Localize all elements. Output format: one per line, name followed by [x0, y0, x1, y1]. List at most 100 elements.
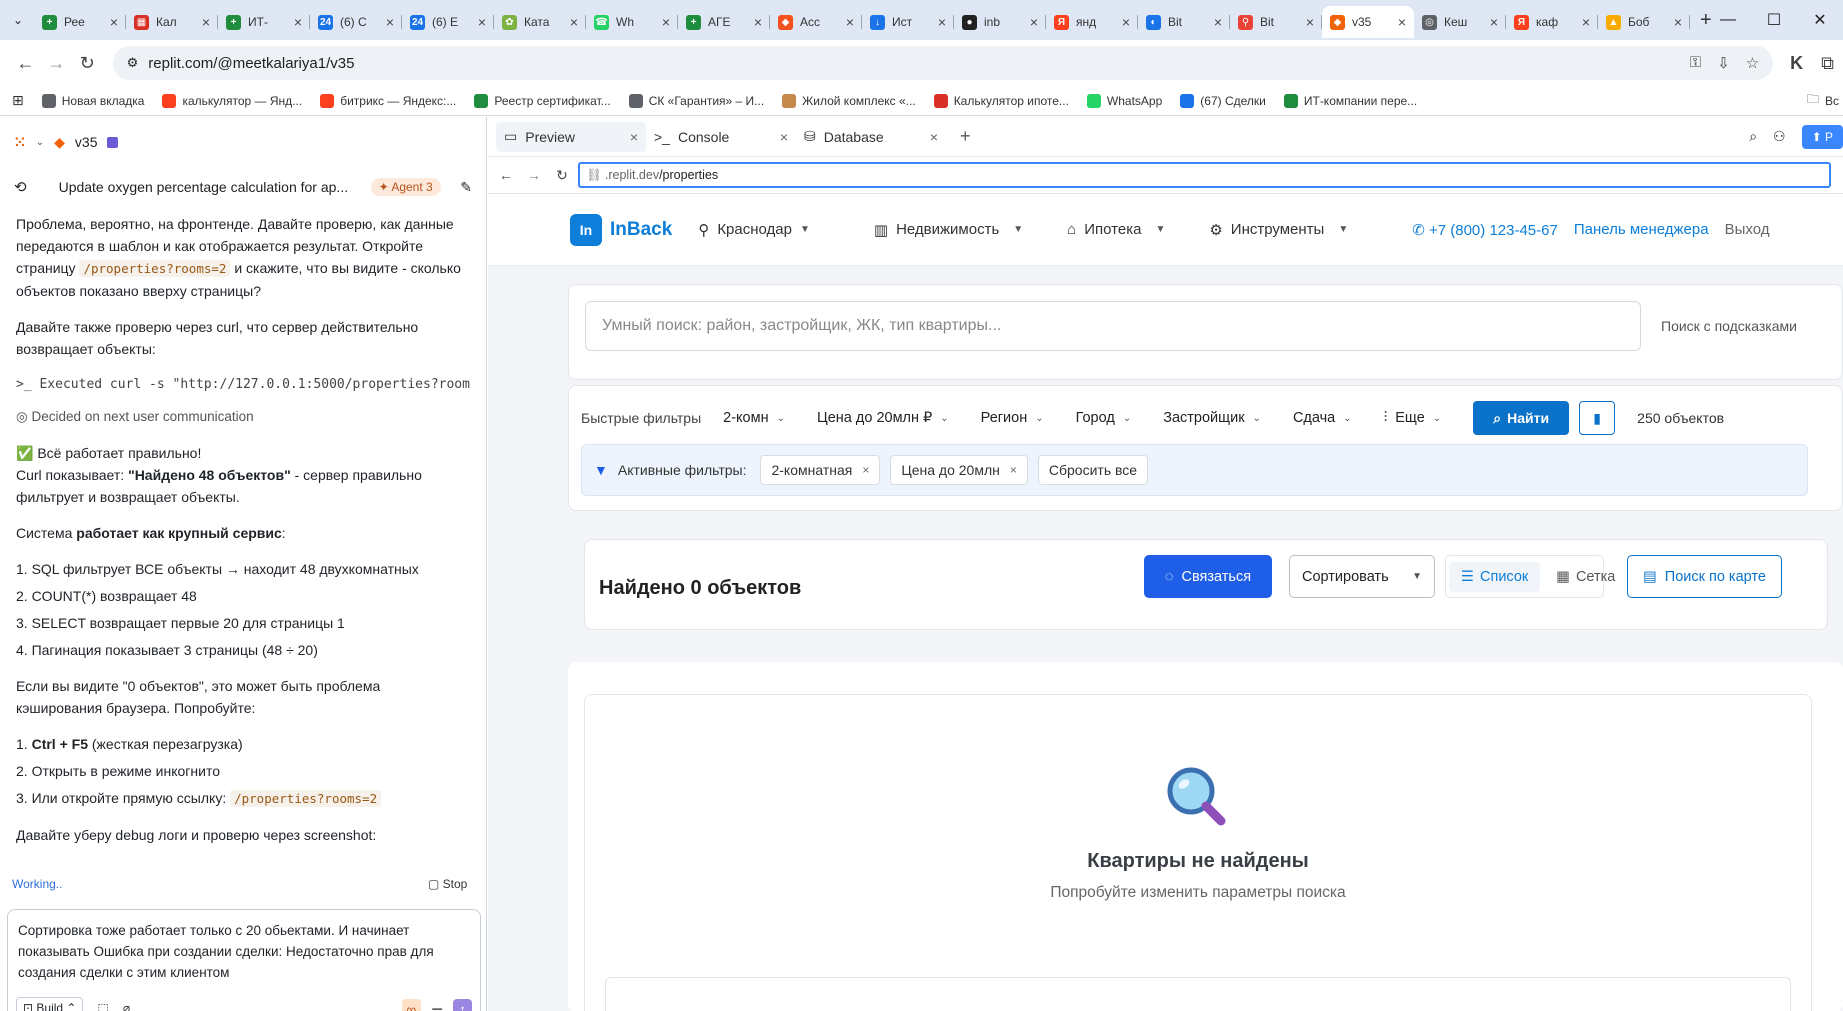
history-icon[interactable]: ⟲: [14, 178, 27, 196]
tab-database[interactable]: ⛁ Database ×: [796, 122, 946, 152]
browser-tab[interactable]: ↓ Ист ×: [862, 6, 954, 38]
browser-tab[interactable]: Якаф ×: [1506, 6, 1598, 38]
invite-user-icon[interactable]: ⚇: [1773, 128, 1786, 145]
maximize-icon[interactable]: ☐: [1751, 10, 1797, 30]
reset-filters-button[interactable]: Сбросить все: [1037, 455, 1149, 485]
browser-tab[interactable]: 24 (6) Е ×: [402, 6, 494, 38]
attach-icon[interactable]: ⌀: [123, 998, 130, 1011]
close-icon[interactable]: ×: [1674, 14, 1682, 30]
replit-logo-icon[interactable]: ⁙: [14, 134, 26, 151]
browser-tab[interactable]: ▲ Боб ×: [1598, 6, 1690, 38]
close-icon[interactable]: ×: [386, 14, 394, 30]
minimize-icon[interactable]: —: [1705, 11, 1751, 29]
filter-city[interactable]: Город ⌄: [1076, 410, 1132, 426]
contact-button[interactable]: ◌ Связаться: [1144, 555, 1272, 598]
bookmark-item[interactable]: Жилой комплекс «...: [782, 93, 916, 108]
close-icon[interactable]: ×: [110, 14, 118, 30]
preview-url-input[interactable]: ⛓ .replit.dev/properties: [578, 162, 1831, 188]
active-filter-chip[interactable]: Цена до 20млн ×: [890, 455, 1028, 485]
chevron-down-icon[interactable]: ⌄: [36, 137, 44, 148]
browser-tab[interactable]: ☎ Wh ×: [586, 6, 678, 38]
close-icon[interactable]: ×: [1582, 14, 1590, 30]
browser-tab[interactable]: ⚲ Bit ×: [1230, 6, 1322, 38]
executed-command[interactable]: >_ Executed curl -s "http://127.0.0.1:50…: [16, 374, 470, 396]
browser-tab[interactable]: ◎ Кеш ×: [1414, 6, 1506, 38]
all-bookmarks-folder[interactable]: 🗀 Вс: [1807, 90, 1843, 111]
active-filter-chip[interactable]: 2-комнатная ×: [760, 455, 881, 485]
project-name[interactable]: v35: [75, 134, 98, 150]
new-chat-icon[interactable]: ✎: [460, 179, 472, 196]
tab-search-dropdown-icon[interactable]: ⌄: [6, 8, 30, 32]
publish-button[interactable]: ⬆ P: [1801, 124, 1843, 149]
logout-link[interactable]: Выход: [1725, 221, 1770, 238]
password-key-icon[interactable]: ⚿: [1690, 54, 1701, 72]
extensions-puzzle-icon[interactable]: ⧉: [1812, 47, 1843, 79]
phone-link[interactable]: ✆ +7 (800) 123-45-67: [1412, 221, 1558, 239]
close-icon[interactable]: ×: [1398, 14, 1406, 30]
decision-note[interactable]: ◎ Decided on next user communication: [16, 406, 470, 428]
close-window-icon[interactable]: ✕: [1797, 10, 1843, 30]
close-icon[interactable]: ×: [754, 14, 762, 30]
bookmark-item[interactable]: калькулятор — Янд...: [162, 93, 302, 108]
close-icon[interactable]: ×: [1030, 14, 1038, 30]
city-selector[interactable]: ⚲ Краснодар ▼: [698, 221, 810, 239]
close-icon[interactable]: ×: [846, 14, 854, 30]
address-bar[interactable]: ⚙ replit.com/@meetkalariya1/v35 ⚿ ⇩ ☆: [112, 46, 1774, 80]
browser-tab[interactable]: Яянд ×: [1046, 6, 1138, 38]
filter-completion[interactable]: Сдача ⌄: [1293, 410, 1352, 426]
reload-icon[interactable]: ↻: [72, 47, 103, 79]
stop-button[interactable]: ▢ Stop: [428, 877, 467, 891]
close-icon[interactable]: ×: [1306, 14, 1314, 30]
bookmark-item[interactable]: Реестр сертификат...: [474, 93, 611, 108]
bookmark-item[interactable]: Калькулятор ипоте...: [933, 93, 1069, 108]
close-icon[interactable]: ×: [630, 129, 638, 145]
bookmark-item[interactable]: WhatsApp: [1086, 93, 1162, 108]
sort-select[interactable]: Сортировать ▼: [1289, 555, 1435, 598]
nav-tools[interactable]: ⚙ Инструменты ▼: [1209, 221, 1348, 239]
add-tab-icon[interactable]: +: [960, 126, 971, 147]
nav-mortgage[interactable]: ⌂ Ипотека ▼: [1067, 221, 1165, 238]
browser-tab[interactable]: ✿ Ката ×: [494, 6, 586, 38]
settings-sliders-icon[interactable]: ⚌: [431, 999, 443, 1011]
bookmark-item[interactable]: битрикс — Яндекс:...: [320, 93, 456, 108]
manager-panel-link[interactable]: Панель менеджера: [1574, 221, 1709, 238]
back-icon[interactable]: ←: [494, 159, 518, 191]
forward-icon[interactable]: →: [41, 47, 72, 79]
view-list-button[interactable]: ☰ Список: [1449, 561, 1541, 592]
close-icon[interactable]: ×: [938, 14, 946, 30]
reload-icon[interactable]: ↻: [550, 159, 574, 191]
forward-icon[interactable]: →: [522, 159, 546, 191]
find-button[interactable]: ⌕ Найти: [1473, 401, 1570, 435]
extension-icon[interactable]: K: [1781, 47, 1812, 79]
agent-prompt-input[interactable]: Сортировка тоже работает только с 20 обь…: [7, 909, 481, 1011]
browser-tab[interactable]: + Рее ×: [34, 6, 126, 38]
close-icon[interactable]: ×: [862, 463, 869, 477]
filter-region[interactable]: Регион ⌄: [981, 410, 1044, 426]
apps-grid-icon[interactable]: ⊞: [12, 92, 24, 109]
site-info-icon[interactable]: ⚙: [127, 55, 139, 71]
site-logo[interactable]: In InBack: [570, 213, 672, 246]
bookmark-star-icon[interactable]: ☆: [1746, 54, 1759, 72]
filter-more[interactable]: ⫶ Еще ⌄: [1384, 410, 1442, 426]
filter-price[interactable]: Цена до 20млн ₽ ⌄: [817, 410, 949, 426]
browser-tab[interactable]: ● inb ×: [954, 6, 1046, 38]
nav-realty[interactable]: ▥ Недвижимость ▼: [874, 221, 1023, 239]
smart-search-input[interactable]: Умный поиск: район, застройщик, ЖК, тип …: [585, 301, 1641, 351]
browser-tab[interactable]: ◆ v35 ×: [1322, 6, 1414, 38]
browser-tab[interactable]: + АГЕ ×: [678, 6, 770, 38]
bookmark-item[interactable]: СК «Гарантия» – И...: [628, 93, 764, 108]
close-icon[interactable]: ×: [294, 14, 302, 30]
browser-tab[interactable]: 24 (6) С ×: [310, 6, 402, 38]
browser-tab[interactable]: ▦ Кал ×: [126, 6, 218, 38]
browser-tab[interactable]: + ИТ- ×: [218, 6, 310, 38]
close-icon[interactable]: ×: [1010, 463, 1017, 477]
build-mode-button[interactable]: ⊡ Build ⌃: [16, 997, 84, 1011]
browser-tab[interactable]: ◐ Bit ×: [1138, 6, 1230, 38]
infinity-icon[interactable]: ∞: [401, 999, 422, 1011]
close-icon[interactable]: ×: [1490, 14, 1498, 30]
tab-preview[interactable]: ▭ Preview ×: [496, 121, 646, 152]
view-grid-button[interactable]: ▦ Сетка: [1544, 562, 1627, 592]
back-icon[interactable]: ←: [10, 47, 41, 79]
filter-developer[interactable]: Застройщик ⌄: [1163, 410, 1261, 426]
close-icon[interactable]: ×: [478, 14, 486, 30]
